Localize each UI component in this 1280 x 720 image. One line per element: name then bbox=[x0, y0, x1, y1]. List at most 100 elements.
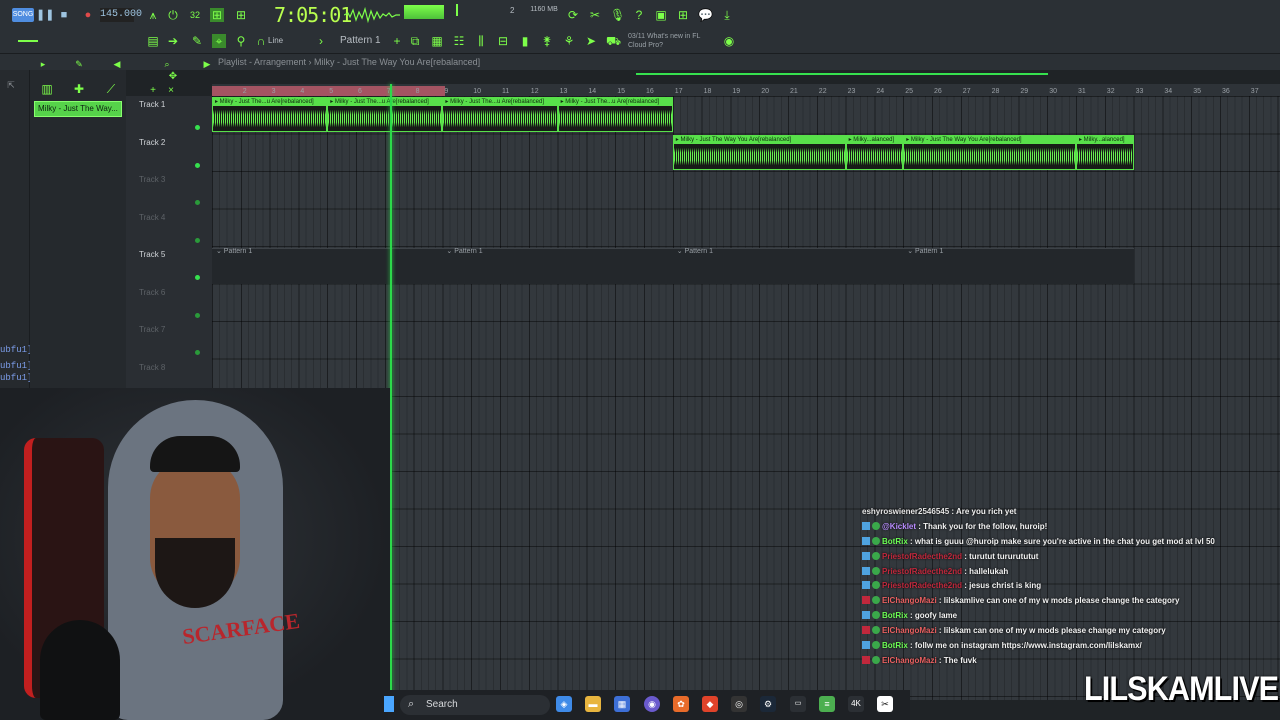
audio-clip[interactable]: ▸ Milky...alanced] bbox=[1076, 134, 1134, 170]
sampler-icon[interactable]: ⚘ bbox=[562, 34, 576, 48]
channel-rack-icon[interactable]: ▦ bbox=[430, 34, 444, 48]
store-icon[interactable]: ▦ bbox=[614, 696, 630, 712]
piano-roll-icon[interactable]: ☷ bbox=[452, 34, 466, 48]
browser-icon[interactable]: ⊟ bbox=[496, 34, 510, 48]
audio-clip[interactable]: ▸ Milky...alanced] bbox=[845, 134, 904, 170]
record-icon[interactable]: ● bbox=[80, 7, 96, 23]
blend-icon[interactable]: ⊞ bbox=[234, 8, 248, 22]
mixer-icon[interactable]: ⧉ bbox=[408, 34, 422, 48]
magnet-icon[interactable]: ⌖ bbox=[212, 34, 226, 48]
audio-clip[interactable]: ▸ Milky - Just The...u Are[rebalanced] bbox=[442, 97, 558, 132]
4k-video-icon[interactable]: 4K bbox=[848, 696, 864, 712]
track-mute-led[interactable] bbox=[195, 237, 200, 243]
obs-icon[interactable]: ◎ bbox=[731, 696, 747, 712]
mute-tool-icon[interactable]: ◀ bbox=[110, 57, 124, 71]
track-name[interactable]: Track 4 bbox=[139, 213, 165, 222]
fl-studio-icon[interactable]: ✿ bbox=[673, 696, 689, 712]
zoom-icon[interactable]: ⌕ bbox=[160, 57, 174, 71]
browser-collapse-icon[interactable]: ⇱ bbox=[4, 78, 18, 92]
picker-audio-clip[interactable]: Milky - Just The Way... bbox=[34, 101, 122, 117]
pattern-clip[interactable]: ⌄ Pattern 1 bbox=[672, 248, 904, 284]
track-name[interactable]: Track 7 bbox=[139, 325, 165, 334]
metronome-icon[interactable]: ⩚ bbox=[146, 8, 160, 22]
save-icon[interactable]: ▣ bbox=[654, 8, 668, 22]
chat-username[interactable]: PriestofRadecthe2nd bbox=[882, 567, 962, 576]
playlist-icon[interactable]: ▤ bbox=[146, 34, 160, 48]
chat-username[interactable]: eshyroswiener2546545 bbox=[862, 507, 949, 516]
cut-icon[interactable]: ✂ bbox=[588, 8, 602, 22]
cart-icon[interactable]: ⛟ bbox=[606, 34, 621, 48]
track-name[interactable]: Track 8 bbox=[139, 363, 165, 372]
track-mute-led[interactable] bbox=[195, 125, 200, 130]
tempo-display[interactable]: 145.000 bbox=[100, 8, 142, 22]
browser-item[interactable]: ubfu1] bbox=[0, 344, 32, 356]
chat-username[interactable]: BotRix bbox=[882, 537, 908, 546]
mic-icon[interactable]: 🎙 bbox=[610, 8, 625, 22]
audio-clip[interactable]: ▸ Milky - Just The...u Are[rebalanced] bbox=[557, 97, 673, 132]
chat-username[interactable]: ElChangoMazi bbox=[882, 656, 937, 665]
audio-clip[interactable]: ▸ Milky - Just The Way You Are[rebalance… bbox=[672, 134, 846, 170]
folder-icon[interactable]: ▬ bbox=[585, 696, 601, 712]
track-name[interactable]: Track 1 bbox=[139, 100, 165, 109]
pattern-clip[interactable]: ⌄ Pattern 1 bbox=[442, 248, 673, 284]
copilot-icon[interactable]: ◈ bbox=[556, 696, 572, 712]
options-arrow-icon[interactable]: ▸ bbox=[36, 57, 50, 71]
chat-username[interactable]: @Kicklet bbox=[882, 522, 916, 531]
move-icon[interactable]: ✥ bbox=[166, 70, 180, 84]
step-icon[interactable]: 32 bbox=[188, 8, 202, 22]
loop-record-icon[interactable]: ⊞ bbox=[210, 8, 224, 22]
pause-icon[interactable]: ❚❚ bbox=[36, 7, 54, 23]
mic-icon[interactable]: ⚵ bbox=[540, 34, 554, 48]
time-display[interactable]: 7:05:01 bbox=[274, 3, 352, 27]
snap-selector[interactable]: Line bbox=[268, 36, 283, 45]
globe-icon[interactable]: ◉ bbox=[722, 34, 736, 48]
pattern-clip[interactable]: ⌄ Pattern 1 bbox=[903, 248, 1134, 284]
download-icon[interactable]: ⤓ bbox=[720, 8, 734, 22]
track-mute-led[interactable] bbox=[195, 200, 200, 205]
capcut-icon[interactable]: ✂ bbox=[877, 696, 893, 712]
chevron-right-icon[interactable]: › bbox=[314, 34, 328, 48]
track-mute-led[interactable] bbox=[195, 312, 200, 318]
snap-icon[interactable]: ∩ bbox=[254, 34, 268, 48]
help-icon[interactable]: ? bbox=[632, 8, 646, 22]
audio-clip[interactable]: ▸ Milky - Just The...u Are[rebalanced] bbox=[212, 97, 328, 132]
chat-username[interactable]: BotRix bbox=[882, 611, 908, 620]
master-volume-slider[interactable] bbox=[18, 40, 38, 42]
track-mute-led[interactable] bbox=[195, 162, 200, 168]
app-icon[interactable]: ▭ bbox=[790, 696, 806, 712]
steam-icon[interactable]: ⚙ bbox=[760, 696, 776, 712]
stop-icon[interactable]: ■ bbox=[56, 7, 72, 23]
chat-username[interactable]: ElChangoMazi bbox=[882, 596, 937, 605]
wait-icon[interactable]: ⏻ bbox=[166, 8, 180, 22]
discord-icon[interactable]: ◉ bbox=[644, 696, 660, 712]
file-icon[interactable]: ▮ bbox=[518, 34, 532, 48]
playback-icon[interactable]: ▶ bbox=[200, 57, 214, 71]
chat-icon[interactable]: 💬 bbox=[698, 8, 713, 22]
track-name[interactable]: Track 6 bbox=[139, 288, 165, 297]
chat-username[interactable]: PriestofRadecthe2nd bbox=[882, 581, 962, 590]
start-icon[interactable] bbox=[384, 696, 394, 712]
song-mode-button[interactable]: SONG bbox=[12, 8, 34, 22]
stamp-icon[interactable]: ⚲ bbox=[234, 34, 248, 48]
chat-username[interactable]: PriestofRadecthe2nd bbox=[882, 552, 962, 561]
pattern-clip[interactable]: ⌄ Pattern 1 bbox=[212, 248, 443, 284]
browser-item[interactable]: ubfu1] bbox=[0, 372, 32, 384]
taskbar-search[interactable]: Search bbox=[400, 695, 550, 715]
news-panel[interactable]: 03/11 What's new in FL Cloud Pro? bbox=[628, 32, 718, 50]
playhead[interactable] bbox=[390, 84, 392, 700]
refresh-icon[interactable]: ⟳ bbox=[566, 8, 580, 22]
layers-icon[interactable]: ≡ bbox=[819, 696, 835, 712]
chat-username[interactable]: ElChangoMazi bbox=[882, 626, 937, 635]
track-mute-led[interactable] bbox=[195, 275, 200, 280]
picker-audio-icon[interactable]: ✚ bbox=[72, 82, 86, 96]
send-icon[interactable]: ➤ bbox=[584, 34, 598, 48]
pattern-selector[interactable]: Pattern 1 bbox=[340, 33, 388, 49]
tools-icon[interactable]: ✎ bbox=[72, 57, 86, 71]
pitch-slider[interactable] bbox=[456, 4, 458, 16]
audio-clip[interactable]: ▸ Milky - Just The...u Are[rebalanced] bbox=[327, 97, 443, 132]
track-name[interactable]: Track 2 bbox=[139, 138, 165, 147]
browser-item[interactable]: ubfu1] bbox=[0, 360, 32, 372]
plugin-icon[interactable]: ⫼ bbox=[474, 34, 488, 48]
track-name[interactable]: Track 3 bbox=[139, 175, 165, 184]
track-name[interactable]: Track 5 bbox=[139, 250, 165, 259]
